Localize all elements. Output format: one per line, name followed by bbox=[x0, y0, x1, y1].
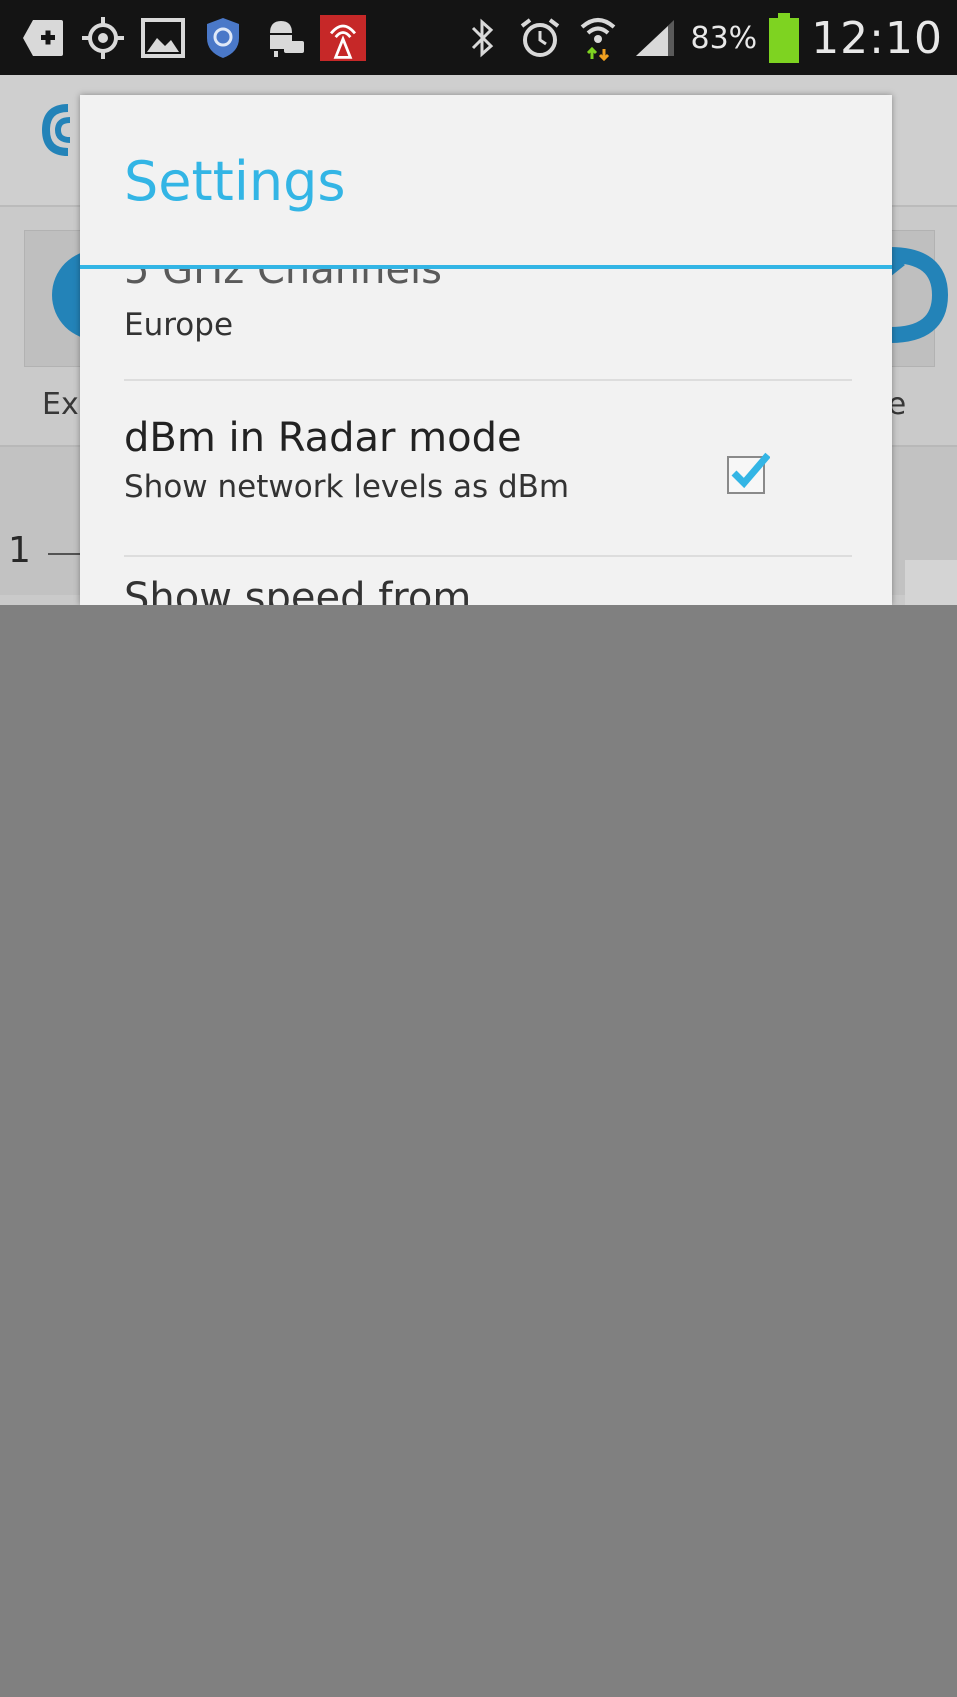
gps-target-icon bbox=[80, 15, 126, 61]
dialog-title: Settings bbox=[124, 150, 346, 213]
preference-list[interactable]: 5 GHz Channels Europe dBm in Radar mode … bbox=[80, 269, 892, 605]
bluetooth-icon bbox=[459, 15, 505, 61]
status-bar-left bbox=[20, 14, 366, 62]
pref-show-speed-from[interactable]: Show speed from bbox=[124, 575, 848, 605]
pref-5ghz-channels[interactable]: 5 GHz Channels Europe bbox=[124, 269, 848, 343]
list-divider bbox=[124, 379, 852, 381]
wifi-icon bbox=[575, 15, 621, 61]
pref-title: 5 GHz Channels bbox=[124, 269, 443, 293]
pref-summary: Europe bbox=[124, 307, 234, 343]
status-bar: 83% 12:10 bbox=[0, 0, 957, 75]
settings-dialog: Settings 5 GHz Channels Europe dBm in Ra… bbox=[80, 95, 892, 605]
shield-icon bbox=[200, 15, 246, 61]
add-box-icon bbox=[20, 15, 66, 61]
alarm-icon bbox=[517, 15, 563, 61]
dbm-radar-checkbox[interactable] bbox=[726, 451, 770, 495]
image-icon bbox=[140, 15, 186, 61]
status-bar-right: 83% 12:10 bbox=[459, 8, 944, 68]
signal-icon bbox=[633, 15, 679, 61]
empty-area bbox=[0, 605, 957, 1697]
pref-title: Show speed from bbox=[124, 575, 472, 605]
radio-tower-icon bbox=[320, 15, 366, 61]
list-divider bbox=[124, 555, 852, 557]
screen: 83% 12:10 Ex te 1 bbox=[0, 0, 957, 1697]
battery-percent: 83% bbox=[690, 20, 758, 56]
clock: 12:10 bbox=[811, 12, 943, 64]
android-onoff-icon bbox=[260, 15, 306, 61]
battery-icon bbox=[769, 13, 800, 63]
